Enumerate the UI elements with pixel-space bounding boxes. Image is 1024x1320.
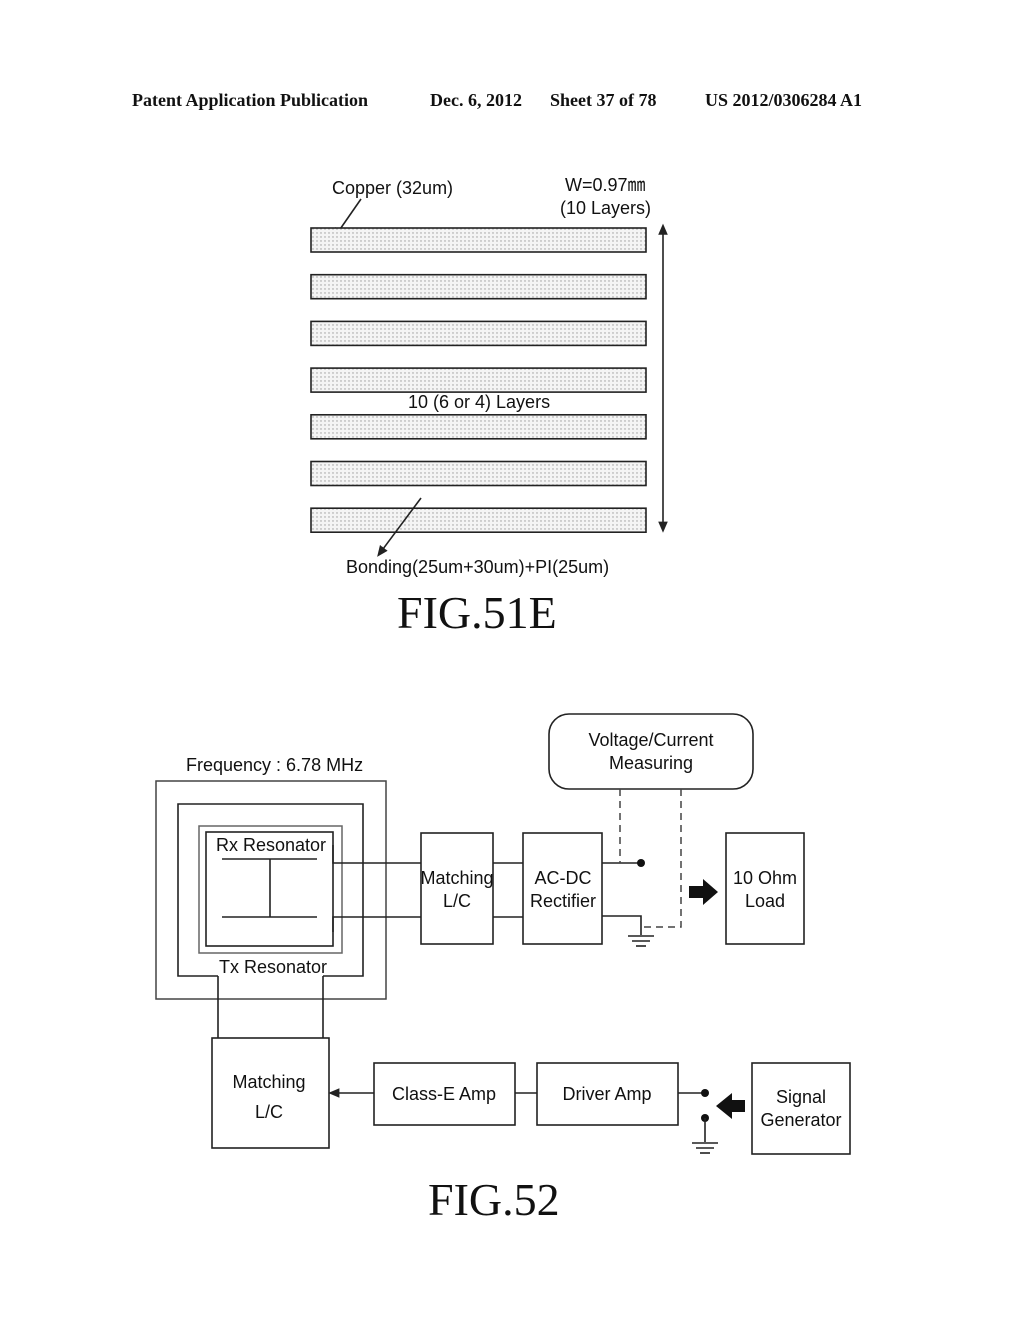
layers-count-label: (10 Layers) — [560, 198, 651, 218]
rx-lead-bottom — [332, 916, 421, 932]
tx-matching-label-2: L/C — [255, 1102, 283, 1122]
rectifier-label-2: Rectifier — [530, 891, 596, 911]
fig-51e-caption: FIG.51E — [397, 587, 557, 638]
fig-51e: Copper (32um) W=0.97㎜ (10 Layers) 10 (6 … — [310, 175, 668, 638]
copper-layer-bar — [310, 320, 647, 347]
fig-52-caption: FIG.52 — [428, 1174, 560, 1225]
copper-layer-bar — [310, 413, 647, 440]
class-e-amp-label: Class-E Amp — [392, 1084, 496, 1104]
tx-resonator-label: Tx Resonator — [219, 957, 327, 977]
copper-layer-bar — [310, 273, 647, 300]
load-label-1: 10 Ohm — [733, 868, 797, 888]
bonding-label: Bonding(25um+30um)+PI(25um) — [346, 557, 609, 577]
rx-matching-label-2: L/C — [443, 891, 471, 911]
rx-matching-block — [420, 832, 494, 945]
driver-amp-label: Driver Amp — [562, 1084, 651, 1104]
copper-layer-bar — [310, 460, 647, 487]
signal-generator-label-2: Generator — [760, 1110, 841, 1130]
ground-icon — [628, 935, 654, 947]
switch-contact-top — [701, 1089, 709, 1097]
measure-probe-negative — [641, 789, 682, 928]
load-label-2: Load — [745, 891, 785, 911]
width-label: W=0.97㎜ — [565, 175, 646, 195]
measuring-block — [548, 713, 754, 790]
load-block — [725, 832, 805, 945]
rx-lead-top — [332, 845, 421, 864]
output-node-dot — [637, 859, 645, 867]
tx-matching-block — [211, 1037, 330, 1149]
signal-generator-label-1: Signal — [776, 1087, 826, 1107]
frequency-label: Frequency : 6.78 MHz — [186, 755, 363, 775]
arrow-left-icon — [716, 1093, 745, 1119]
signal-generator-block — [751, 1062, 851, 1155]
copper-layer-bar — [310, 227, 647, 253]
measuring-label-2: Measuring — [609, 753, 693, 773]
arrow-right-icon — [689, 879, 718, 905]
copper-layers — [310, 227, 647, 534]
rx-matching-label-1: Matching — [420, 868, 493, 888]
layers-label: 10 (6 or 4) Layers — [408, 392, 550, 412]
rectifier-label-1: AC-DC — [535, 868, 592, 888]
copper-label: Copper (32um) — [332, 178, 453, 198]
rectifier-ground-wire — [602, 915, 642, 935]
ground-icon — [692, 1142, 718, 1154]
tx-matching-label-1: Matching — [232, 1072, 305, 1092]
rectifier-block — [522, 832, 603, 945]
rx-resonator-label: Rx Resonator — [216, 835, 326, 855]
copper-layer-bar — [310, 367, 647, 393]
copper-layer-bar — [310, 507, 647, 534]
fig-52: Frequency : 6.78 MHz Rx Resonator Tx Res… — [155, 713, 851, 1225]
measuring-label-1: Voltage/Current — [588, 730, 713, 750]
patent-figures: Copper (32um) W=0.97㎜ (10 Layers) 10 (6 … — [155, 175, 851, 1225]
